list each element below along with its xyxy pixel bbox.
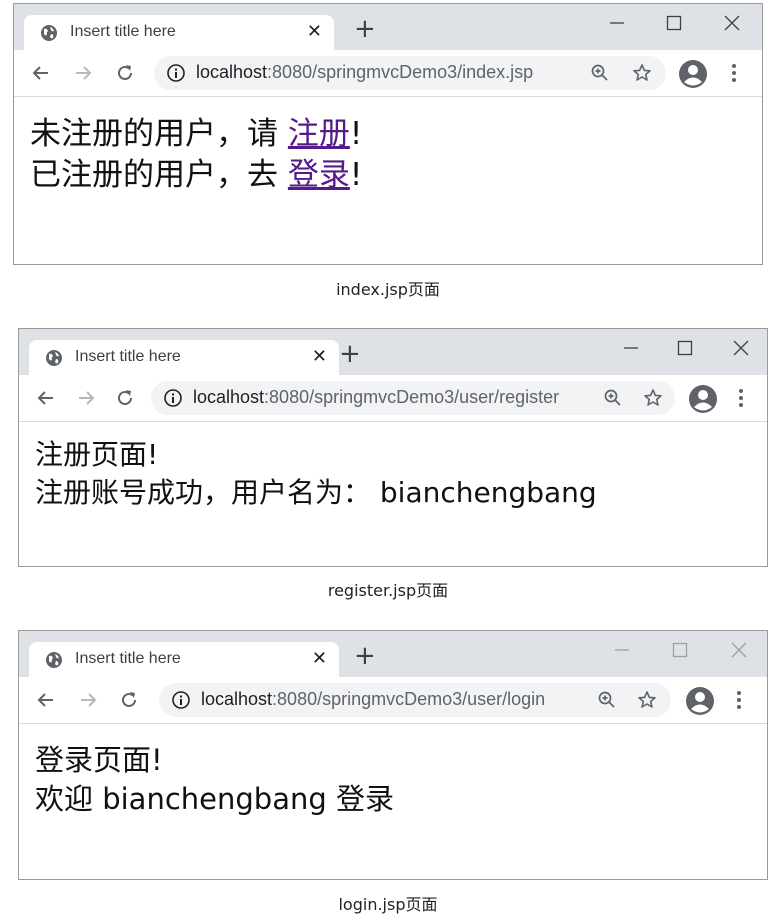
browser-tab[interactable]: Insert title here ✕ (29, 642, 339, 677)
address-bar[interactable]: localhost:8080/springmvcDemo3/index.jsp (154, 56, 666, 90)
browser-toolbar: localhost:8080/springmvcDemo3/user/regis… (19, 375, 767, 422)
globe-icon (46, 652, 62, 668)
forward-arrow-icon[interactable] (72, 62, 94, 84)
maximize-icon[interactable] (671, 641, 689, 659)
profile-icon[interactable] (685, 686, 715, 716)
register-prompt: 未注册的用户，请 (30, 116, 288, 152)
title-bar: Insert title here ✕ + (19, 631, 767, 677)
maximize-icon[interactable] (665, 14, 683, 32)
login-prompt: 已注册的用户，去 (30, 157, 288, 193)
kebab-menu-icon[interactable] (738, 388, 744, 408)
reload-icon[interactable] (114, 387, 136, 409)
back-arrow-icon[interactable] (30, 62, 52, 84)
tab-title: Insert title here (75, 348, 181, 365)
register-exclaim: ! (349, 116, 363, 152)
title-bar: Insert title here ✕ + (14, 4, 762, 50)
title-bar: Insert title here ✕ + (19, 329, 767, 375)
globe-icon (46, 350, 62, 366)
close-icon[interactable]: ✕ (312, 347, 327, 367)
tab-title: Insert title here (70, 23, 176, 40)
close-icon[interactable]: ✕ (312, 649, 327, 669)
forward-arrow-icon[interactable] (77, 689, 99, 711)
url-text[interactable]: localhost:8080/springmvcDemo3/user/login (201, 689, 545, 710)
minimize-icon[interactable] (622, 339, 640, 357)
minimize-icon[interactable] (608, 14, 626, 32)
star-icon[interactable] (632, 63, 652, 83)
star-icon[interactable] (643, 388, 663, 408)
page-content: 未注册的用户，请 注册! 已注册的用户，去 登录! (14, 97, 762, 196)
forward-arrow-icon[interactable] (75, 387, 97, 409)
zoom-icon[interactable] (597, 690, 617, 710)
login-link[interactable]: 登录 (288, 157, 350, 193)
url-text[interactable]: localhost:8080/springmvcDemo3/user/regis… (193, 387, 559, 408)
close-icon[interactable] (723, 14, 741, 32)
login-line: 已注册的用户，去 登录! (30, 155, 762, 196)
maximize-icon[interactable] (676, 339, 694, 357)
browser-tab[interactable]: Insert title here ✕ (24, 15, 334, 50)
address-bar[interactable]: localhost:8080/springmvcDemo3/user/regis… (151, 381, 675, 415)
caption-index: index.jsp页面 (336, 280, 440, 299)
plus-icon[interactable]: + (354, 643, 376, 669)
page-content: 登录页面! 欢迎 bianchengbang 登录 (19, 724, 767, 819)
browser-toolbar: localhost:8080/springmvcDemo3/user/login (19, 677, 767, 724)
info-icon[interactable] (171, 690, 191, 710)
url-path: :8080/springmvcDemo3/user/login (272, 689, 546, 709)
kebab-menu-icon[interactable] (736, 690, 742, 710)
browser-toolbar: localhost:8080/springmvcDemo3/index.jsp (14, 50, 762, 97)
close-icon[interactable]: ✕ (307, 22, 322, 42)
url-host: localhost (201, 689, 273, 709)
url-host: localhost (196, 62, 268, 82)
caption-register: register.jsp页面 (327, 581, 449, 600)
url-path: :8080/springmvcDemo3/user/register (264, 387, 560, 407)
close-icon[interactable] (732, 339, 750, 357)
zoom-icon[interactable] (603, 388, 623, 408)
page-content: 注册页面! 注册账号成功，用户名为： bianchengbang (19, 422, 767, 512)
info-icon[interactable] (166, 63, 186, 83)
browser-window-register: Insert title here ✕ + localhost:8080/spr… (18, 328, 768, 567)
caption-login: login.jsp页面 (338, 895, 438, 914)
plus-icon[interactable]: + (339, 341, 361, 367)
browser-window-index: Insert title here ✕ + localhost:8080/spr… (13, 3, 763, 265)
welcome-message: 欢迎 bianchengbang 登录 (35, 782, 394, 816)
login-heading: 登录页面! (35, 743, 163, 777)
reload-icon[interactable] (118, 689, 140, 711)
globe-icon (41, 25, 57, 41)
url-host: localhost (193, 387, 265, 407)
register-link[interactable]: 注册 (288, 116, 350, 152)
info-icon[interactable] (163, 388, 183, 408)
back-arrow-icon[interactable] (35, 387, 57, 409)
zoom-icon[interactable] (590, 63, 610, 83)
reload-icon[interactable] (114, 62, 136, 84)
minimize-icon[interactable] (613, 641, 631, 659)
register-line: 未注册的用户，请 注册! (30, 114, 762, 155)
browser-tab[interactable]: Insert title here ✕ (29, 340, 339, 375)
tab-title: Insert title here (75, 650, 181, 667)
close-icon[interactable] (730, 641, 748, 659)
profile-icon[interactable] (678, 59, 708, 89)
kebab-menu-icon[interactable] (731, 63, 737, 83)
plus-icon[interactable]: + (354, 16, 376, 42)
url-text[interactable]: localhost:8080/springmvcDemo3/index.jsp (196, 62, 533, 83)
star-icon[interactable] (637, 690, 657, 710)
register-heading: 注册页面! (35, 438, 159, 471)
address-bar[interactable]: localhost:8080/springmvcDemo3/user/login (159, 683, 671, 717)
browser-window-login: Insert title here ✕ + localhost:8080/spr… (18, 630, 768, 880)
url-path: :8080/springmvcDemo3/index.jsp (267, 62, 534, 82)
profile-icon[interactable] (688, 384, 718, 414)
back-arrow-icon[interactable] (35, 689, 57, 711)
login-exclaim: ! (349, 157, 363, 193)
register-result: 注册账号成功，用户名为： bianchengbang (35, 476, 597, 509)
